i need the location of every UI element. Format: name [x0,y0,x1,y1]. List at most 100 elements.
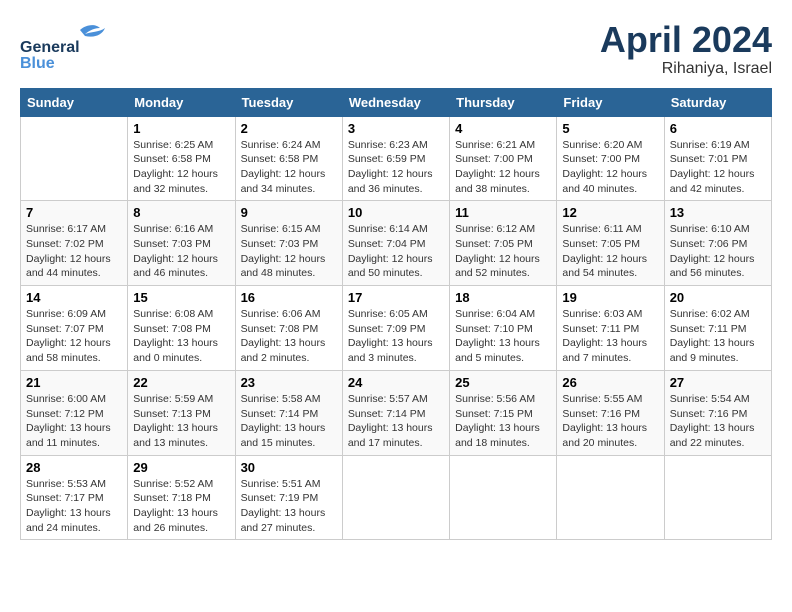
day-info: Sunrise: 6:14 AMSunset: 7:04 PMDaylight:… [348,222,444,281]
day-cell: 30 Sunrise: 5:51 AMSunset: 7:19 PMDayligh… [235,455,342,540]
day-number: 7 [26,205,122,220]
day-number: 17 [348,290,444,305]
day-number: 23 [241,375,337,390]
day-cell: 3 Sunrise: 6:23 AMSunset: 6:59 PMDaylight… [342,116,449,201]
day-number: 5 [562,121,658,136]
day-cell: 27Sunrise: 5:54 AMSunset: 7:16 PMDayligh… [664,370,771,455]
day-cell: 29Sunrise: 5:52 AMSunset: 7:18 PMDayligh… [128,455,235,540]
day-info: Sunrise: 6:16 AMSunset: 7:03 PMDaylight:… [133,222,229,281]
day-number: 22 [133,375,229,390]
day-cell: 18Sunrise: 6:04 AMSunset: 7:10 PMDayligh… [450,286,557,371]
day-number: 24 [348,375,444,390]
day-number: 25 [455,375,551,390]
weekday-header-sunday: Sunday [21,88,128,116]
day-info: Sunrise: 6:00 AMSunset: 7:12 PMDaylight:… [26,392,122,451]
day-cell: 11Sunrise: 6:12 AMSunset: 7:05 PMDayligh… [450,201,557,286]
week-row-2: 7 Sunrise: 6:17 AMSunset: 7:02 PMDaylight… [21,201,772,286]
day-number: 15 [133,290,229,305]
day-number: 2 [241,121,337,136]
day-number: 30 [241,460,337,475]
day-info: Sunrise: 6:06 AMSunset: 7:08 PMDaylight:… [241,307,337,366]
day-number: 8 [133,205,229,220]
day-info: Sunrise: 6:08 AMSunset: 7:08 PMDaylight:… [133,307,229,366]
location-title: Rihaniya, Israel [600,60,772,78]
day-number: 1 [133,121,229,136]
day-info: Sunrise: 5:51 AMSunset: 7:19 PMDaylight:… [241,477,337,536]
day-cell [557,455,664,540]
day-cell: 2Sunrise: 6:24 AMSunset: 6:58 PMDaylight… [235,116,342,201]
weekday-header-tuesday: Tuesday [235,88,342,116]
day-number: 12 [562,205,658,220]
day-cell: 15 Sunrise: 6:08 AMSunset: 7:08 PMDayligh… [128,286,235,371]
day-cell: 28Sunrise: 5:53 AMSunset: 7:17 PMDayligh… [21,455,128,540]
day-cell: 10 Sunrise: 6:14 AMSunset: 7:04 PMDayligh… [342,201,449,286]
day-info: Sunrise: 6:15 AMSunset: 7:03 PMDaylight:… [241,222,337,281]
week-row-5: 28Sunrise: 5:53 AMSunset: 7:17 PMDayligh… [21,455,772,540]
day-info: Sunrise: 5:54 AMSunset: 7:16 PMDaylight:… [670,392,766,451]
day-cell: 19Sunrise: 6:03 AMSunset: 7:11 PMDayligh… [557,286,664,371]
day-cell: 25 Sunrise: 5:56 AMSunset: 7:15 PMDayligh… [450,370,557,455]
day-number: 13 [670,205,766,220]
day-number: 9 [241,205,337,220]
page-header: General Blue April 2024 Rihaniya, Israel [20,20,772,78]
day-cell: 16 Sunrise: 6:06 AMSunset: 7:08 PMDayligh… [235,286,342,371]
day-info: Sunrise: 6:11 AMSunset: 7:05 PMDaylight:… [562,222,658,281]
day-cell: 8 Sunrise: 6:16 AMSunset: 7:03 PMDaylight… [128,201,235,286]
svg-text:General: General [20,39,80,56]
day-info: Sunrise: 6:03 AMSunset: 7:11 PMDaylight:… [562,307,658,366]
day-number: 21 [26,375,122,390]
day-cell: 23 Sunrise: 5:58 AMSunset: 7:14 PMDayligh… [235,370,342,455]
day-info: Sunrise: 5:59 AMSunset: 7:13 PMDaylight:… [133,392,229,451]
day-cell: 26 Sunrise: 5:55 AMSunset: 7:16 PMDayligh… [557,370,664,455]
day-info: Sunrise: 6:12 AMSunset: 7:05 PMDaylight:… [455,222,551,281]
day-cell [342,455,449,540]
day-cell: 6Sunrise: 6:19 AMSunset: 7:01 PMDaylight… [664,116,771,201]
week-row-3: 14 Sunrise: 6:09 AMSunset: 7:07 PMDayligh… [21,286,772,371]
calendar-table: SundayMondayTuesdayWednesdayThursdayFrid… [20,88,772,541]
day-info: Sunrise: 6:23 AMSunset: 6:59 PMDaylight:… [348,138,444,197]
day-cell: 1 Sunrise: 6:25 AMSunset: 6:58 PMDaylight… [128,116,235,201]
day-number: 10 [348,205,444,220]
day-cell: 24Sunrise: 5:57 AMSunset: 7:14 PMDayligh… [342,370,449,455]
week-row-1: 1 Sunrise: 6:25 AMSunset: 6:58 PMDaylight… [21,116,772,201]
day-info: Sunrise: 5:55 AMSunset: 7:16 PMDaylight:… [562,392,658,451]
day-info: Sunrise: 6:17 AMSunset: 7:02 PMDaylight:… [26,222,122,281]
weekday-header-wednesday: Wednesday [342,88,449,116]
day-info: Sunrise: 6:20 AMSunset: 7:00 PMDaylight:… [562,138,658,197]
day-cell: 13 Sunrise: 6:10 AMSunset: 7:06 PMDayligh… [664,201,771,286]
day-info: Sunrise: 6:19 AMSunset: 7:01 PMDaylight:… [670,138,766,197]
logo: General Blue [20,20,140,70]
day-info: Sunrise: 5:58 AMSunset: 7:14 PMDaylight:… [241,392,337,451]
month-title: April 2024 [600,20,772,60]
day-number: 26 [562,375,658,390]
day-cell: 7 Sunrise: 6:17 AMSunset: 7:02 PMDaylight… [21,201,128,286]
day-cell: 21 Sunrise: 6:00 AMSunset: 7:12 PMDayligh… [21,370,128,455]
day-cell [664,455,771,540]
day-number: 3 [348,121,444,136]
weekday-header-saturday: Saturday [664,88,771,116]
day-cell: 5 Sunrise: 6:20 AMSunset: 7:00 PMDaylight… [557,116,664,201]
logo-svg: General Blue [20,20,140,70]
day-number: 29 [133,460,229,475]
day-info: Sunrise: 6:02 AMSunset: 7:11 PMDaylight:… [670,307,766,366]
day-cell: 22 Sunrise: 5:59 AMSunset: 7:13 PMDayligh… [128,370,235,455]
day-cell: 14 Sunrise: 6:09 AMSunset: 7:07 PMDayligh… [21,286,128,371]
day-cell [21,116,128,201]
day-cell: 12 Sunrise: 6:11 AMSunset: 7:05 PMDayligh… [557,201,664,286]
title-block: April 2024 Rihaniya, Israel [600,20,772,78]
day-number: 4 [455,121,551,136]
day-info: Sunrise: 6:05 AMSunset: 7:09 PMDaylight:… [348,307,444,366]
day-cell: 4Sunrise: 6:21 AMSunset: 7:00 PMDaylight… [450,116,557,201]
day-info: Sunrise: 6:04 AMSunset: 7:10 PMDaylight:… [455,307,551,366]
day-cell: 20Sunrise: 6:02 AMSunset: 7:11 PMDayligh… [664,286,771,371]
weekday-header-row: SundayMondayTuesdayWednesdayThursdayFrid… [21,88,772,116]
day-info: Sunrise: 5:53 AMSunset: 7:17 PMDaylight:… [26,477,122,536]
day-info: Sunrise: 6:10 AMSunset: 7:06 PMDaylight:… [670,222,766,281]
weekday-header-friday: Friday [557,88,664,116]
day-cell: 9 Sunrise: 6:15 AMSunset: 7:03 PMDaylight… [235,201,342,286]
day-info: Sunrise: 6:25 AMSunset: 6:58 PMDaylight:… [133,138,229,197]
day-info: Sunrise: 5:56 AMSunset: 7:15 PMDaylight:… [455,392,551,451]
day-info: Sunrise: 6:09 AMSunset: 7:07 PMDaylight:… [26,307,122,366]
day-number: 16 [241,290,337,305]
day-number: 14 [26,290,122,305]
